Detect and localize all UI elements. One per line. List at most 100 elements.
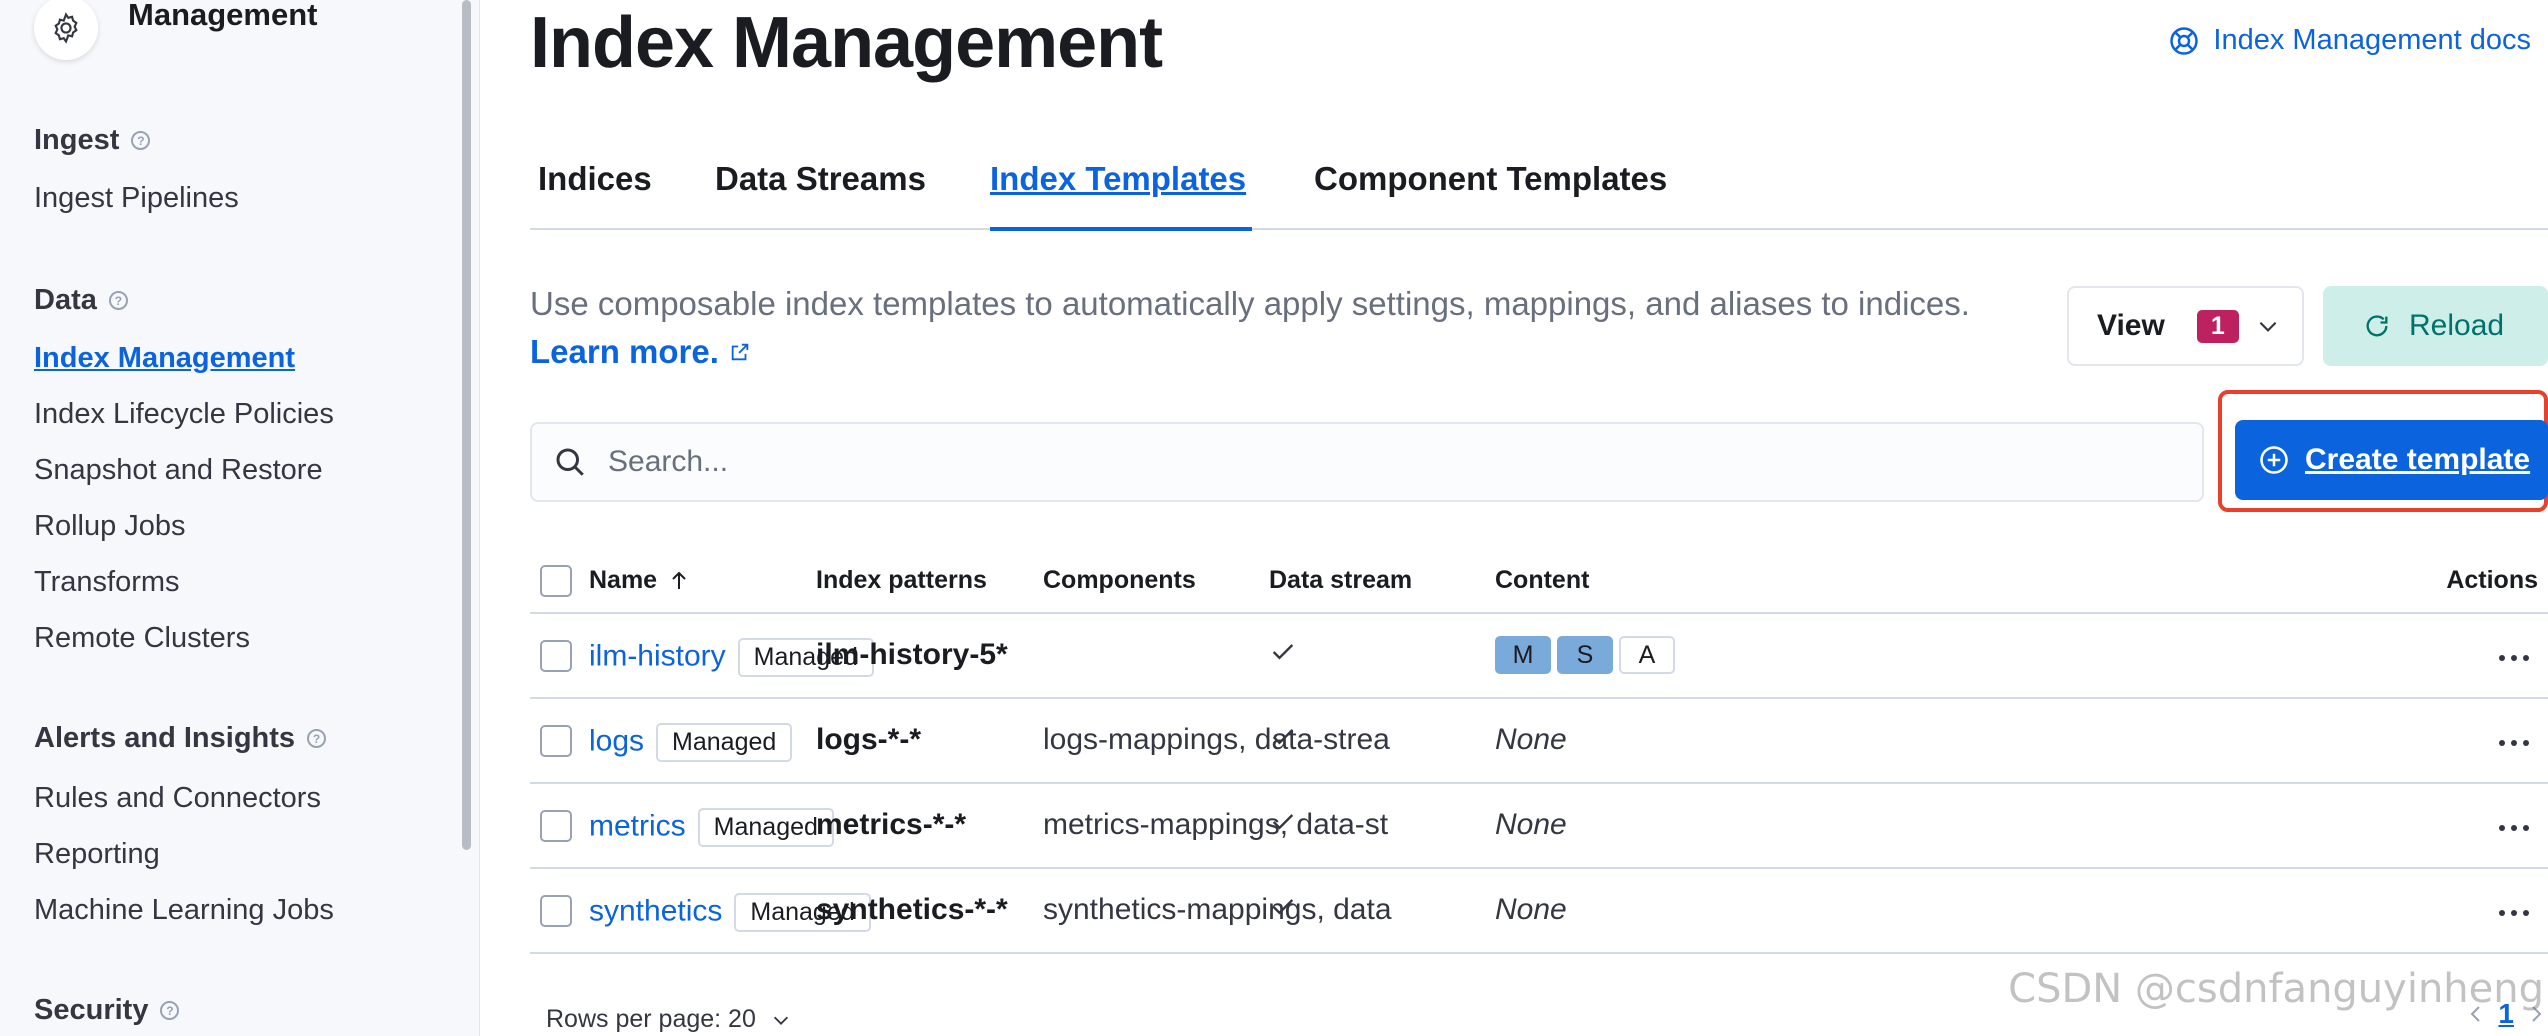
content-cell: None [1495,723,1567,756]
sidebar-item-reporting[interactable]: Reporting [34,838,160,871]
reload-button[interactable]: Reload [2323,286,2548,366]
aliases-badge: A [1619,636,1675,674]
row-actions-icon[interactable] [2498,735,2530,753]
data-stream-cell [1269,723,1297,759]
check-icon [1272,644,1294,660]
nav-section-security: Security ? [34,994,180,1027]
data-stream-cell [1269,893,1297,929]
refresh-icon [2366,315,2388,337]
select-all-checkbox[interactable] [540,565,572,597]
help-icon[interactable]: ? [131,131,151,150]
view-button[interactable]: View 1 [2067,286,2304,366]
components-cell: synthetics-mappings, data [1043,893,1392,926]
nav-section-data: Data ? [34,284,128,317]
sort-ascending-icon [672,571,686,589]
check-icon [1272,729,1294,745]
active-tab-indicator [990,227,1252,231]
tab-component-templates[interactable]: Component Templates [1314,160,1667,198]
learn-more-link[interactable]: Learn more. [530,328,751,376]
table-row: synthetics Managed synthetics-*-* synthet… [530,869,2548,954]
index-pattern-cell: logs-*-* [816,723,921,756]
template-name-link[interactable]: synthetics [589,894,722,927]
template-name-link[interactable]: metrics [589,809,686,842]
sidebar-item-remote-clusters[interactable]: Remote Clusters [34,622,250,655]
search-bar[interactable] [530,422,2204,502]
external-link-icon [731,343,749,361]
content-cell: MSA [1495,636,1681,674]
row-checkbox[interactable] [540,640,572,672]
row-checkbox[interactable] [540,810,572,842]
row-checkbox[interactable] [540,725,572,757]
row-checkbox[interactable] [540,895,572,927]
managed-badge: Managed [697,808,834,847]
nav-section-ingest: Ingest ? [34,124,151,157]
check-icon [1272,814,1294,830]
docs-link[interactable]: Index Management docs [2169,24,2531,57]
chevron-down-icon [2259,321,2277,332]
tab-indices[interactable]: Indices [538,160,652,198]
components-cell: logs-mappings, data-strea [1043,723,1390,756]
help-icon[interactable]: ? [307,729,327,748]
sidebar-scrollbar[interactable] [462,0,471,850]
nav-section-label: Ingest [34,124,120,156]
column-header-name[interactable]: Name [589,566,691,595]
rows-per-page-selector[interactable]: Rows per page: 20 [546,1005,792,1034]
help-icon[interactable]: ? [160,1001,180,1020]
search-input[interactable] [608,445,2108,479]
row-actions-icon[interactable] [2498,820,2530,838]
nav-section-label: Data [34,284,97,316]
check-icon [1272,899,1294,915]
column-header-data-stream: Data stream [1269,566,1413,594]
tab-index-templates[interactable]: Index Templates [990,160,1246,198]
content-cell: None [1495,808,1567,841]
data-stream-cell [1269,808,1297,844]
column-label: Name [589,566,658,594]
reload-label: Reload [2409,309,2505,342]
template-name-link[interactable]: ilm-history [589,639,726,672]
components-cell: metrics-mappings, data-st [1043,808,1389,841]
sidebar-item-machine-learning-jobs[interactable]: Machine Learning Jobs [34,894,334,927]
content-cell: None [1495,893,1567,926]
page-title: Index Management [530,3,1163,83]
index-pattern-cell: metrics-*-* [816,808,967,841]
create-template-label: Create template [2305,443,2531,476]
row-actions-icon[interactable] [2498,905,2530,923]
table-row: metrics Managed metrics-*-* metrics-mappi… [530,784,2548,869]
sidebar-item-rules-and-connectors[interactable]: Rules and Connectors [34,782,321,815]
help-lifebuoy-icon [2170,26,2199,55]
app-root: Management Ingest ? Ingest Pipelines Dat… [0,0,2548,1036]
create-template-button[interactable]: Create template [2235,420,2548,500]
tabs: Indices Data Streams Index Templates Com… [530,150,2548,231]
data-stream-cell [1269,638,1297,674]
template-name-link[interactable]: logs [589,724,644,757]
tab-data-streams[interactable]: Data Streams [715,160,926,198]
main-content: Index Management Index Management docs I… [481,0,2548,1036]
watermark: CSDN @csdnfanguyinheng [2008,966,2544,1012]
sidebar-item-rollup-jobs[interactable]: Rollup Jobs [34,510,186,543]
templates-table: Name Index patterns Components Data stre… [530,548,2548,954]
management-gear-icon[interactable] [34,0,98,60]
docs-link-label: Index Management docs [2213,24,2531,56]
learn-more-label: Learn more. [530,333,719,370]
rows-per-page-label: Rows per page: 20 [546,1005,756,1033]
table-row: ilm-history Managed ilm-history-5* MSA [530,614,2548,699]
app-title: Management [128,0,318,32]
sidebar-item-index-management[interactable]: Index Management [34,342,295,375]
table-header: Name Index patterns Components Data stre… [530,548,2548,614]
help-icon[interactable]: ? [108,291,128,310]
sidebar: Management Ingest ? Ingest Pipelines Dat… [0,0,480,1036]
sidebar-item-transforms[interactable]: Transforms [34,566,180,599]
managed-badge: Managed [656,723,793,762]
row-actions-icon[interactable] [2498,650,2530,668]
description-text: Use composable index templates to automa… [530,285,1970,322]
index-pattern-cell: synthetics-*-* [816,893,1008,926]
sidebar-item-index-lifecycle-policies[interactable]: Index Lifecycle Policies [34,398,334,431]
name-cell: logs Managed [589,723,793,762]
settings-badge: S [1557,636,1613,674]
name-cell: metrics Managed [589,808,834,847]
column-header-actions: Actions [2446,566,2538,594]
sidebar-item-ingest-pipelines[interactable]: Ingest Pipelines [34,182,239,215]
nav-section-alerts-and-insights: Alerts and Insights ? [34,722,327,755]
sidebar-item-snapshot-and-restore[interactable]: Snapshot and Restore [34,454,323,487]
mappings-badge: M [1495,636,1551,674]
